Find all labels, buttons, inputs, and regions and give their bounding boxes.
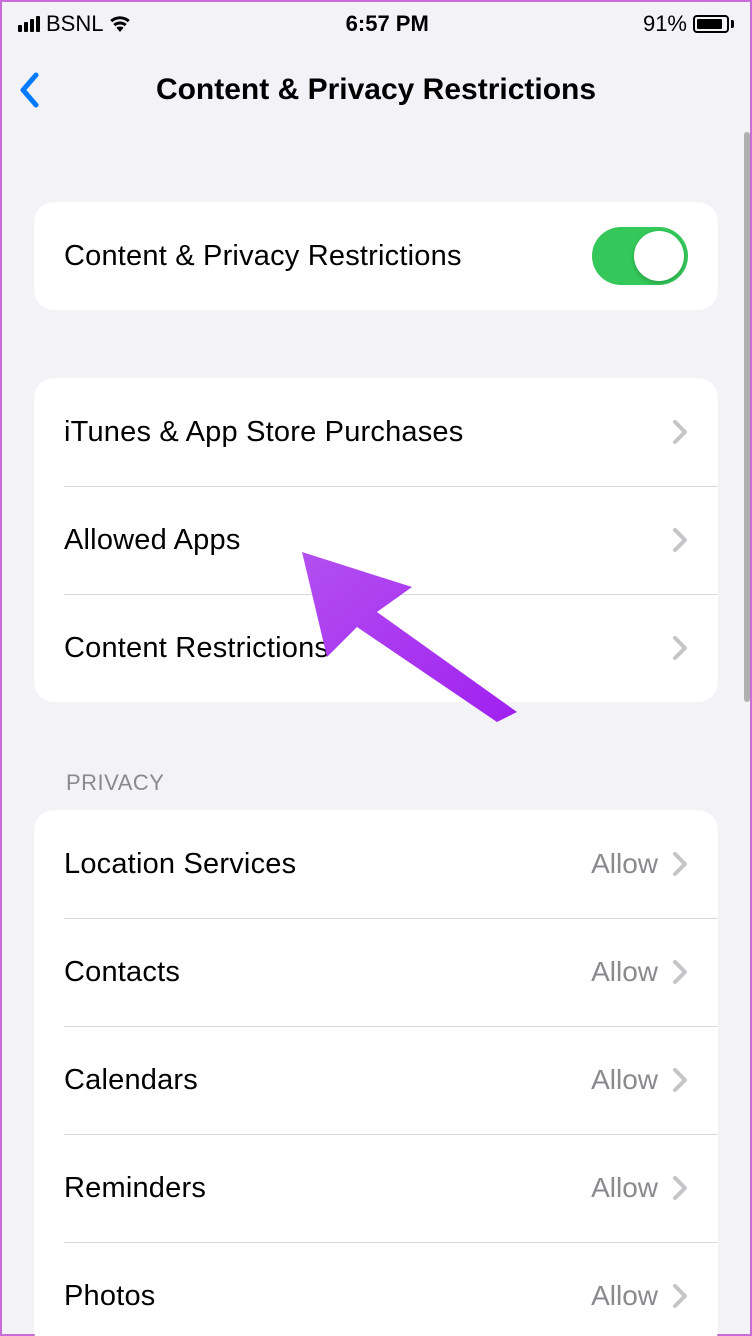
location-services-row[interactable]: Location Services Allow xyxy=(34,810,718,918)
itunes-appstore-row[interactable]: iTunes & App Store Purchases xyxy=(34,378,718,486)
row-label: Allowed Apps xyxy=(64,524,241,557)
privacy-section-header: Privacy xyxy=(34,770,718,810)
chevron-right-icon xyxy=(672,1175,688,1201)
row-value: Allow xyxy=(591,1172,658,1204)
row-label: Location Services xyxy=(64,848,296,881)
row-value: Allow xyxy=(591,848,658,880)
chevron-right-icon xyxy=(672,1283,688,1309)
row-label: Reminders xyxy=(64,1172,206,1205)
nav-bar: Content & Privacy Restrictions xyxy=(2,46,750,134)
row-label: Content Restrictions xyxy=(64,632,329,665)
chevron-right-icon xyxy=(672,527,688,553)
wifi-icon xyxy=(109,16,131,32)
contacts-row[interactable]: Contacts Allow xyxy=(34,918,718,1026)
content-privacy-toggle-row[interactable]: Content & Privacy Restrictions xyxy=(34,202,718,310)
toggle-label: Content & Privacy Restrictions xyxy=(64,240,462,273)
content-privacy-toggle[interactable] xyxy=(592,227,688,285)
row-label: Photos xyxy=(64,1280,156,1313)
battery-icon xyxy=(693,15,734,33)
row-value: Allow xyxy=(591,956,658,988)
row-label: Contacts xyxy=(64,956,180,989)
signal-icon xyxy=(18,16,40,32)
carrier-label: BSNL xyxy=(46,11,103,37)
chevron-left-icon xyxy=(18,71,40,109)
status-time: 6:57 PM xyxy=(346,11,429,37)
battery-percent: 91% xyxy=(643,11,687,37)
back-button[interactable] xyxy=(2,71,56,109)
row-value: Allow xyxy=(591,1280,658,1312)
chevron-right-icon xyxy=(672,959,688,985)
chevron-right-icon xyxy=(672,635,688,661)
status-bar: BSNL 6:57 PM 91% xyxy=(2,2,750,46)
chevron-right-icon xyxy=(672,1067,688,1093)
chevron-right-icon xyxy=(672,851,688,877)
row-value: Allow xyxy=(591,1064,658,1096)
row-label: iTunes & App Store Purchases xyxy=(64,416,463,449)
photos-row[interactable]: Photos Allow xyxy=(34,1242,718,1336)
allowed-apps-row[interactable]: Allowed Apps xyxy=(34,486,718,594)
calendars-row[interactable]: Calendars Allow xyxy=(34,1026,718,1134)
reminders-row[interactable]: Reminders Allow xyxy=(34,1134,718,1242)
chevron-right-icon xyxy=(672,419,688,445)
page-title: Content & Privacy Restrictions xyxy=(2,73,750,107)
content-restrictions-row[interactable]: Content Restrictions xyxy=(34,594,718,702)
row-label: Calendars xyxy=(64,1064,198,1097)
